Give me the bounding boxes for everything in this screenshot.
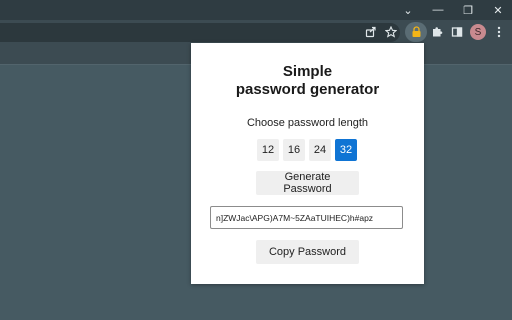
length-label: Choose password length [246,117,369,129]
profile-avatar[interactable]: S [470,24,486,40]
popup-title: Simple password generator [191,63,424,99]
copy-password-button[interactable]: Copy Password [256,240,359,264]
generate-password-button[interactable]: Generate Password [256,171,359,195]
length-option-12[interactable]: 12 [257,139,279,161]
kebab-menu-icon[interactable] [490,23,508,41]
title-line-2: password generator [235,81,380,98]
side-panel-icon[interactable] [448,23,466,41]
bookmark-star-icon[interactable] [382,23,400,41]
length-option-16[interactable]: 16 [283,139,305,161]
length-options: 12 16 24 32 [257,139,357,161]
extension-popup: Simple password generator Choose passwor… [191,43,424,284]
password-output-field[interactable]: n]ZWJac\APG)A7M~5ZAaTUIHEC)h#apz [210,206,403,229]
browser-title-bar: ⌄ — ❐ ✕ [0,0,512,20]
length-option-32[interactable]: 32 [335,139,357,161]
length-option-24[interactable]: 24 [309,139,331,161]
extension-lock-icon[interactable] [405,22,427,42]
address-bar[interactable] [0,23,400,42]
title-line-1: Simple [282,63,333,80]
restore-icon[interactable]: ❐ [454,0,482,20]
extensions-puzzle-icon[interactable] [428,23,446,41]
tab-search-chevron-icon[interactable]: ⌄ [394,0,422,20]
minimize-icon[interactable]: — [424,0,452,20]
close-icon[interactable]: ✕ [484,0,512,20]
share-icon[interactable] [362,23,380,41]
